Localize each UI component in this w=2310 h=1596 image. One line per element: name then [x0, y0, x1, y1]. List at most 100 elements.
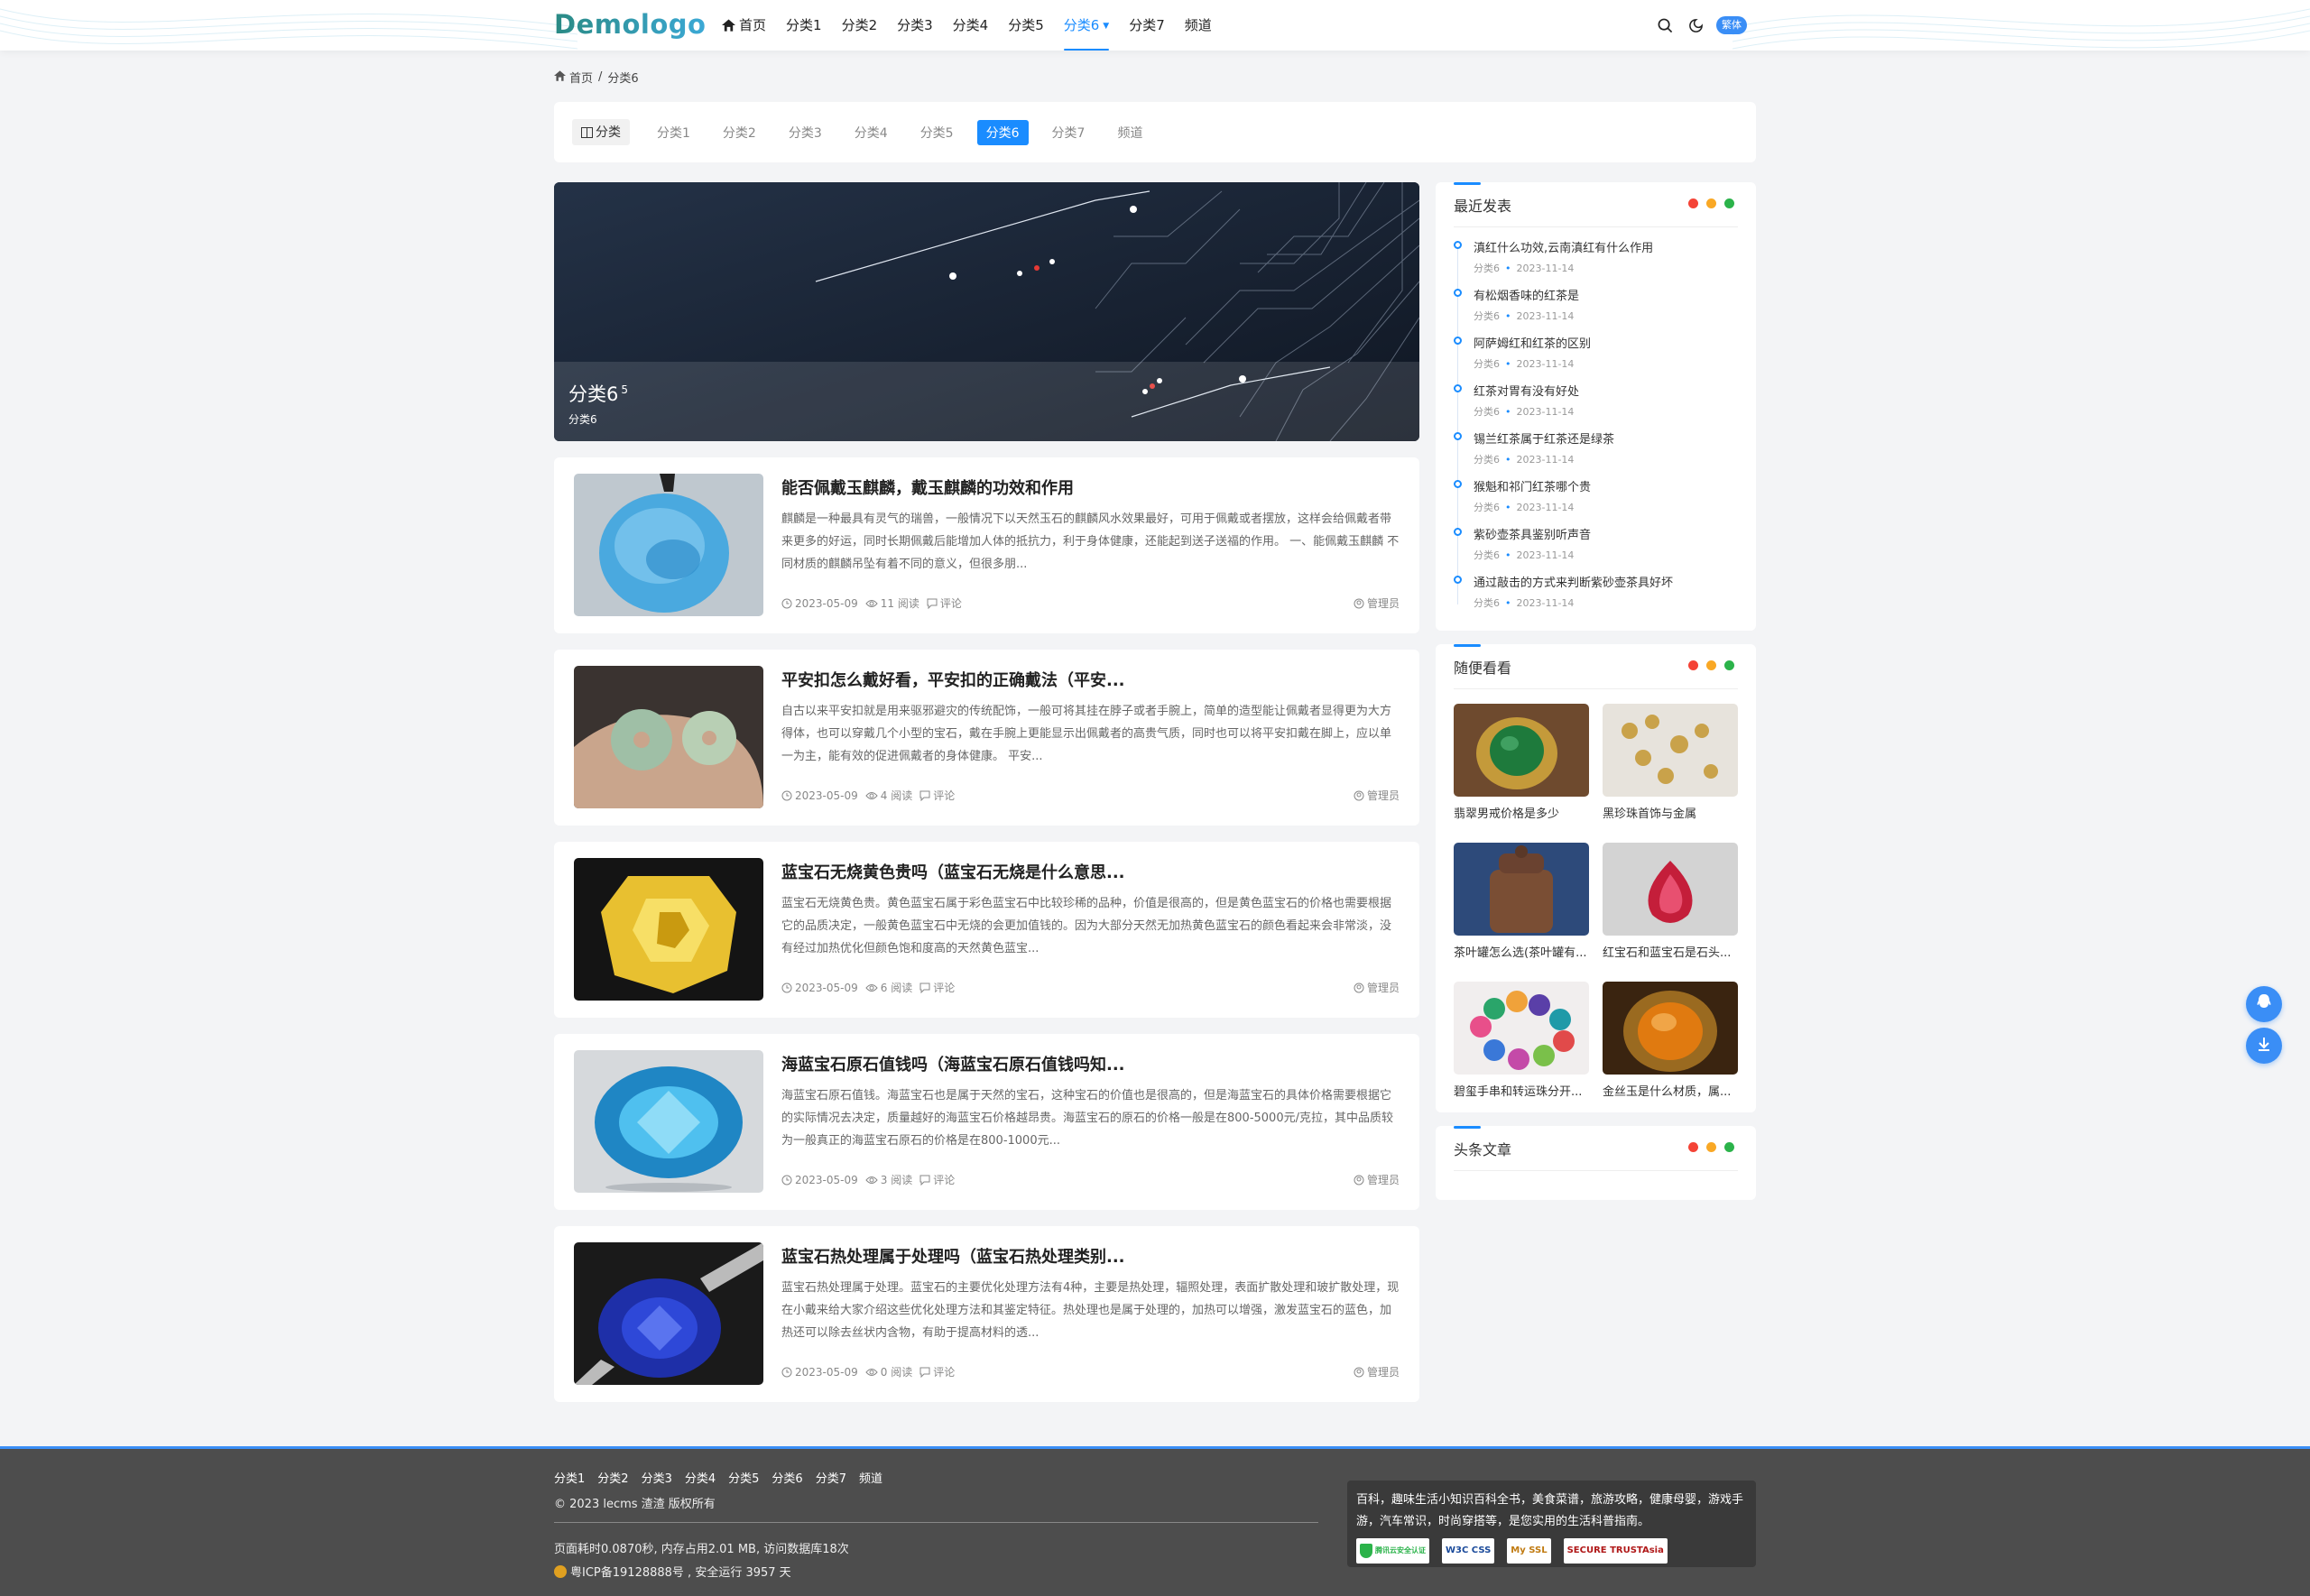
footer-link[interactable]: 分类4	[685, 1469, 716, 1486]
qq-button[interactable]	[2246, 986, 2282, 1022]
nav-item-cat4[interactable]: 分类4	[953, 0, 989, 51]
recent-post-item[interactable]: 通过敲击的方式来判断紫砂壶茶具好坏 分类6 • 2023-11-14	[1454, 573, 1738, 621]
recent-post-item[interactable]: 滇红什么功效,云南滇红有什么作用 分类6 • 2023-11-14	[1454, 238, 1738, 286]
article-card[interactable]: 海蓝宝石原石值钱吗（海蓝宝石原石值钱吗知... 海蓝宝石原石值钱。海蓝宝石也是属…	[554, 1034, 1419, 1210]
article-author[interactable]: 管理员	[1354, 1172, 1400, 1187]
footer-link[interactable]: 分类1	[554, 1469, 585, 1486]
article-author[interactable]: 管理员	[1354, 1364, 1400, 1379]
article-title[interactable]: 蓝宝石无烧黄色贵吗（蓝宝石无烧是什么意思...	[781, 860, 1125, 883]
cert-badge[interactable]: My SSL	[1507, 1538, 1551, 1564]
article-title[interactable]: 平安扣怎么戴好看，平安扣的正确戴法（平安...	[781, 668, 1125, 691]
cert-badge[interactable]: W3C CSS	[1442, 1538, 1495, 1564]
article-title[interactable]: 海蓝宝石原石值钱吗（海蓝宝石原石值钱吗知...	[781, 1052, 1125, 1075]
nav-item-cat2[interactable]: 分类2	[842, 0, 878, 51]
random-post-item[interactable]: 翡翠男戒价格是多少	[1454, 704, 1589, 843]
banner-count-badge: 5	[621, 383, 629, 396]
article-author[interactable]: 管理员	[1354, 980, 1400, 995]
article-card[interactable]: 蓝宝石无烧黄色贵吗（蓝宝石无烧是什么意思... 蓝宝石无烧黄色贵。黄色蓝宝石属于…	[554, 842, 1419, 1018]
recent-posts-widget: 最近发表 滇红什么功效,云南滇红有什么作用 分类6 • 2023-11-14 有松烟香…	[1436, 182, 1756, 631]
nav-item-cat3[interactable]: 分类3	[897, 0, 933, 51]
article-thumbnail[interactable]	[574, 666, 763, 808]
footer-links: 分类1 分类2 分类3 分类4 分类5 分类6 分类7 频道	[554, 1469, 882, 1486]
breadcrumb-current: 分类6	[607, 72, 639, 86]
cert-badge[interactable]: 腾讯云安全认证	[1356, 1538, 1429, 1564]
post-thumbnail[interactable]	[1454, 704, 1589, 797]
nav-item-cat7[interactable]: 分类7	[1129, 0, 1165, 51]
footer-link[interactable]: 分类3	[642, 1469, 672, 1486]
tab-cat4[interactable]: 分类4	[845, 120, 897, 145]
article-author[interactable]: 管理员	[1354, 788, 1400, 803]
site-logo[interactable]: Demologo	[554, 9, 706, 40]
post-thumbnail[interactable]	[1454, 982, 1589, 1075]
footer-link[interactable]: 频道	[859, 1469, 882, 1486]
cert-badge[interactable]: SECURE TRUSTAsia	[1563, 1538, 1668, 1564]
tab-cat1[interactable]: 分类1	[648, 120, 699, 145]
eye-icon	[865, 599, 878, 607]
nav-item-home[interactable]: 首页	[722, 0, 766, 51]
post-thumbnail[interactable]	[1603, 704, 1738, 797]
nav-item-cat1[interactable]: 分类1	[786, 0, 822, 51]
footer-about-box: 百科，趣味生活小知识百科全书，美食菜谱，旅游攻略，健康母婴，游戏手游，汽车常识，…	[1347, 1481, 1756, 1567]
footer-link[interactable]: 分类5	[728, 1469, 759, 1486]
widget-title: 随便看看	[1454, 659, 1512, 677]
recent-post-item[interactable]: 红茶对胃有没有好处 分类6 • 2023-11-14	[1454, 382, 1738, 429]
footer-link[interactable]: 分类7	[816, 1469, 846, 1486]
recent-post-item[interactable]: 锡兰红茶属于红茶还是绿茶 分类6 • 2023-11-14	[1454, 429, 1738, 477]
recent-post-item[interactable]: 有松烟香味的红茶是 分类6 • 2023-11-14	[1454, 286, 1738, 334]
recent-post-item[interactable]: 紫砂壶茶具鉴别听声音 分类6 • 2023-11-14	[1454, 525, 1738, 573]
qq-icon	[2256, 993, 2272, 1015]
language-toggle[interactable]: 繁体	[1716, 16, 1747, 34]
article-card[interactable]: 能否佩戴玉麒麟，戴玉麒麟的功效和作用 麒麟是一种最具有灵气的瑞兽，一般情况下以天…	[554, 457, 1419, 633]
article-card[interactable]: 蓝宝石热处理属于处理吗（蓝宝石热处理类别... 蓝宝石热处理属于处理。蓝宝石的主…	[554, 1226, 1419, 1402]
article-meta: 2023-05-09 4 阅读 评论	[781, 788, 962, 803]
clock-icon	[781, 598, 792, 608]
article-title[interactable]: 蓝宝石热处理属于处理吗（蓝宝石热处理类别...	[781, 1244, 1125, 1268]
night-mode-icon[interactable]	[1686, 15, 1705, 35]
article-thumbnail[interactable]	[574, 474, 763, 616]
comment-icon	[919, 1175, 930, 1185]
download-button[interactable]	[2246, 1028, 2282, 1064]
post-thumbnail[interactable]	[1454, 843, 1589, 936]
clock-icon	[781, 1367, 792, 1377]
recent-post-item[interactable]: 猴魁和祁门红茶哪个贵 分类6 • 2023-11-14	[1454, 477, 1738, 525]
nav-item-cat6[interactable]: 分类6 ▼	[1063, 0, 1110, 51]
main-nav: 首页 分类1 分类2 分类3 分类4 分类5 分类6 ▼ 分类7 频道	[722, 0, 1232, 51]
user-icon	[1354, 983, 1364, 992]
article-thumbnail[interactable]	[574, 1050, 763, 1193]
category-banner[interactable]: 分类6 5 分类6	[554, 182, 1419, 441]
footer-link[interactable]: 分类2	[597, 1469, 628, 1486]
tab-cat3[interactable]: 分类3	[780, 120, 831, 145]
recent-post-item[interactable]: 阿萨姆红和红茶的区别 分类6 • 2023-11-14	[1454, 334, 1738, 382]
post-thumbnail[interactable]	[1603, 843, 1738, 936]
tab-cat7[interactable]: 分类7	[1043, 120, 1095, 145]
random-post-item[interactable]: 茶叶罐怎么选(茶叶罐有...	[1454, 843, 1589, 982]
article-card[interactable]: 平安扣怎么戴好看，平安扣的正确戴法（平安... 自古以来平安扣就是用来驱邪避灾的…	[554, 650, 1419, 826]
footer-icp[interactable]: 粤ICP备19128888号 , 安全运行 3957 天	[554, 1563, 791, 1580]
header-wave-decoration	[0, 8, 578, 50]
article-author[interactable]: 管理员	[1354, 595, 1400, 611]
tabbar-label: 分类	[572, 119, 630, 145]
breadcrumb: 首页 / 分类6	[554, 69, 642, 86]
tab-cat5[interactable]: 分类5	[911, 120, 963, 145]
article-title[interactable]: 能否佩戴玉麒麟，戴玉麒麟的功效和作用	[781, 475, 1074, 499]
random-post-item[interactable]: 黑珍珠首饰与金属	[1603, 704, 1738, 843]
article-thumbnail[interactable]	[574, 858, 763, 1001]
nav-item-channel[interactable]: 频道	[1185, 0, 1212, 51]
footer-link[interactable]: 分类6	[772, 1469, 802, 1486]
nav-item-cat5[interactable]: 分类5	[1008, 0, 1044, 51]
footer-stats: 页面耗时0.0870秒, 内存占用2.01 MB, 访问数据库18次	[554, 1543, 849, 1556]
post-thumbnail[interactable]	[1603, 982, 1738, 1075]
article-thumbnail[interactable]	[574, 1242, 763, 1385]
random-post-item[interactable]: 碧玺手串和转运珠分开...	[1454, 982, 1589, 1121]
search-icon[interactable]	[1655, 15, 1675, 35]
tab-cat2[interactable]: 分类2	[714, 120, 765, 145]
home-icon	[554, 69, 566, 85]
widget-title: 头条文章	[1454, 1140, 1512, 1158]
footer-about-text: 百科，趣味生活小知识百科全书，美食菜谱，旅游攻略，健康母婴，游戏手游，汽车常识，…	[1356, 1493, 1744, 1528]
tab-channel[interactable]: 频道	[1108, 120, 1151, 145]
random-post-item[interactable]: 红宝石和蓝宝石是石头...	[1603, 843, 1738, 982]
article-excerpt: 蓝宝石热处理属于处理。蓝宝石的主要优化处理方法有4种，主要是热处理，辐照处理，表…	[781, 1281, 1400, 1340]
tab-cat6[interactable]: 分类6	[976, 119, 1029, 145]
breadcrumb-home[interactable]: 首页	[569, 69, 593, 86]
random-post-item[interactable]: 金丝玉是什么材质，属...	[1603, 982, 1738, 1121]
